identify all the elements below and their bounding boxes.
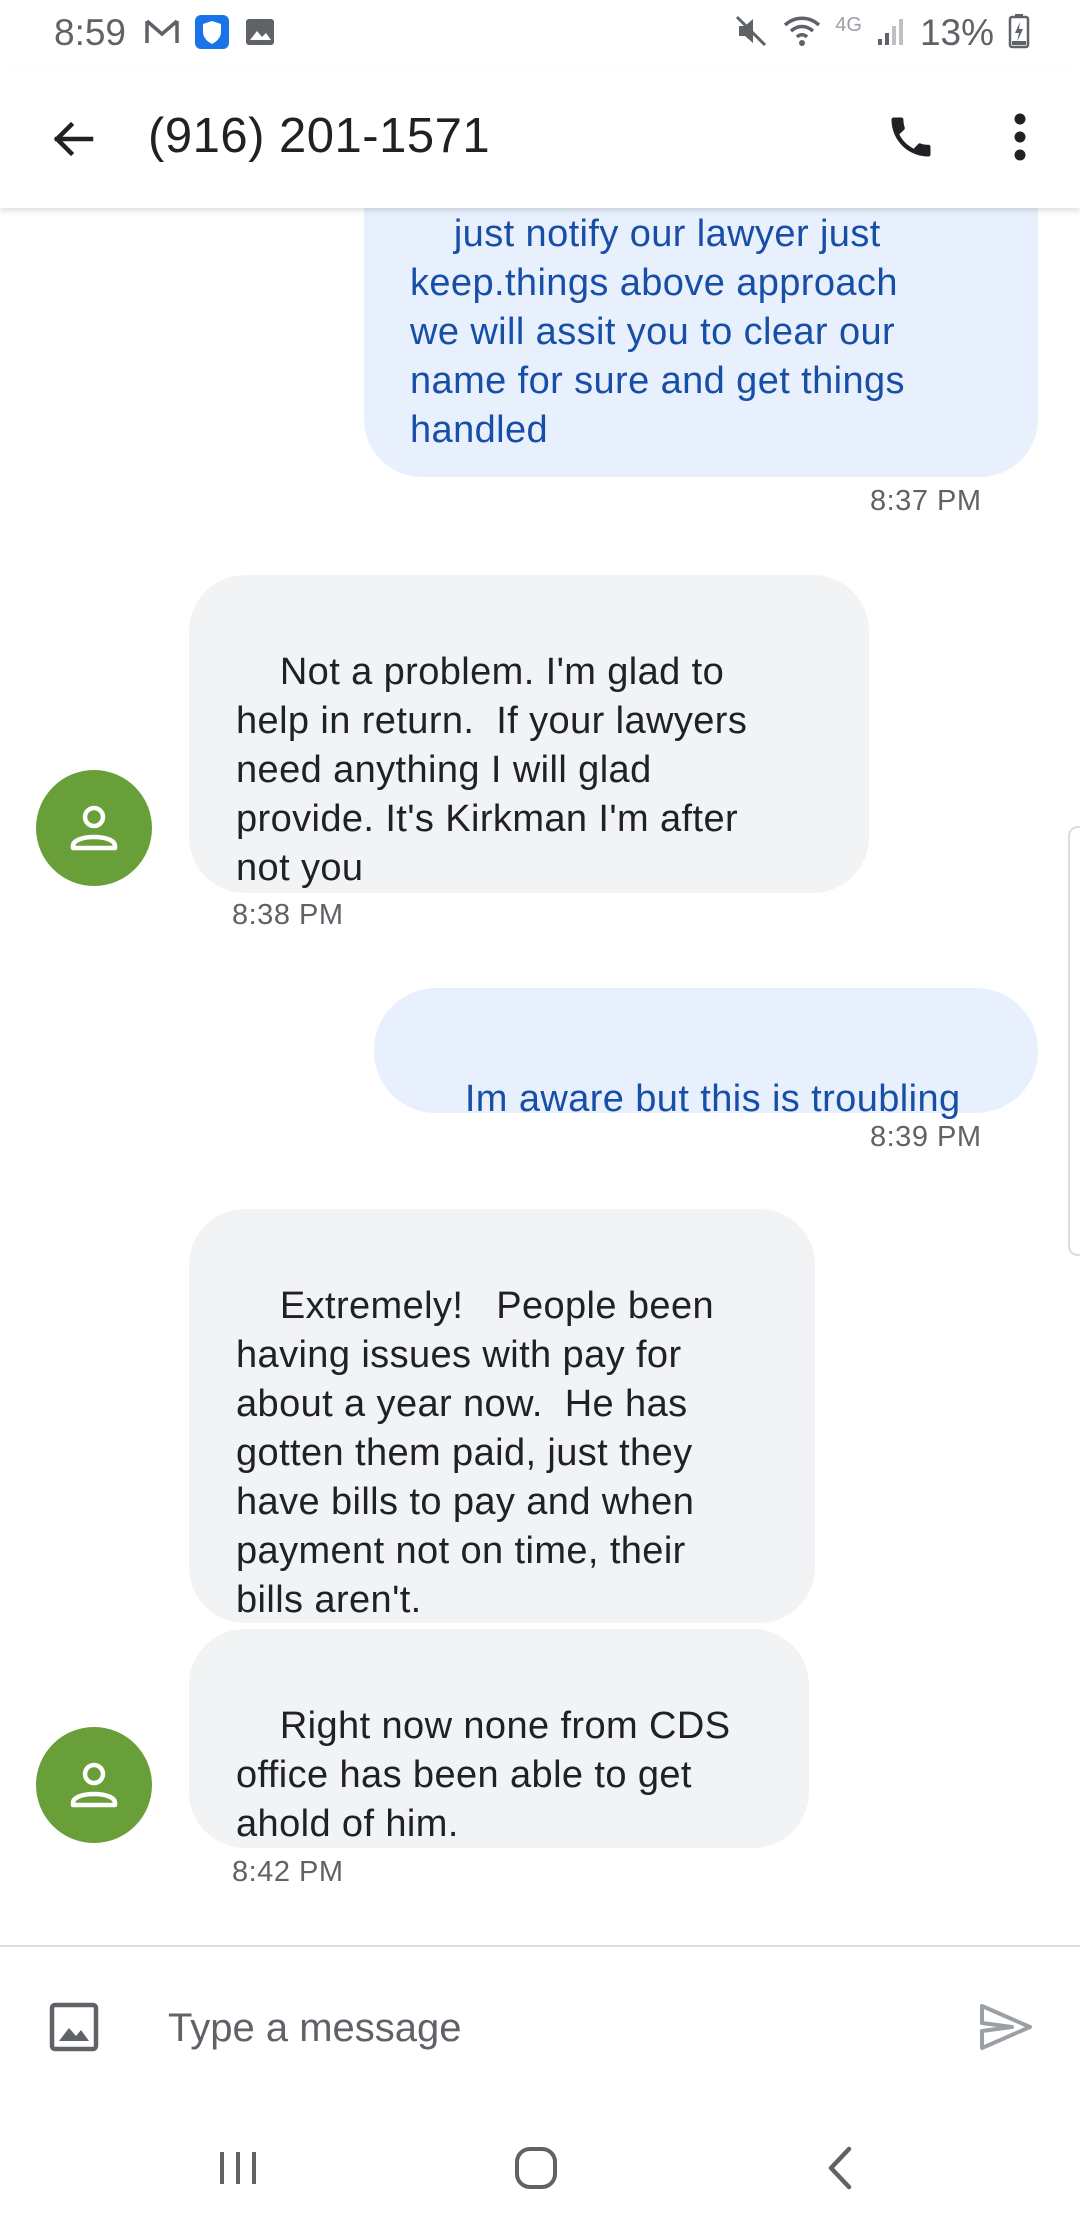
- outgoing-message[interactable]: just notify our lawyer just keep.things …: [364, 208, 1038, 477]
- home-button[interactable]: [508, 2139, 564, 2197]
- incoming-message[interactable]: Right now none from CDS office has been …: [189, 1629, 809, 1848]
- contact-title: (916) 201-1571: [148, 109, 491, 163]
- message-text: Right now none from CDS office has been …: [236, 1705, 731, 1845]
- conversation-header: (916) 201-1571: [0, 66, 1080, 208]
- scrollbar-handle[interactable]: [1068, 826, 1080, 1256]
- shield-icon: [194, 14, 230, 55]
- recents-button[interactable]: [210, 2139, 266, 2197]
- network-type: 4G: [835, 13, 862, 36]
- system-nav-bar: [0, 2117, 1080, 2220]
- attach-image-button[interactable]: [44, 1997, 104, 2057]
- status-time: 8:59: [54, 12, 127, 53]
- back-button[interactable]: [40, 106, 106, 172]
- more-vert-icon: [1014, 113, 1026, 161]
- person-icon: [70, 1762, 118, 1808]
- send-button[interactable]: [970, 1991, 1042, 2063]
- message-list[interactable]: just notify our lawyer just keep.things …: [0, 208, 1080, 1945]
- message-timestamp: 8:42 PM: [232, 1856, 344, 1888]
- person-icon: [70, 805, 118, 851]
- send-icon: [980, 2004, 1032, 2050]
- contact-avatar[interactable]: [36, 770, 152, 886]
- mute-icon: [733, 13, 769, 54]
- incoming-message[interactable]: Not a problem. I'm glad to help in retur…: [189, 575, 869, 893]
- message-text: Im aware but this is troubling: [464, 1078, 961, 1120]
- message-timestamp: 8:39 PM: [870, 1121, 982, 1153]
- gmail-icon: [144, 17, 180, 52]
- message-text: Not a problem. I'm glad to help in retur…: [236, 651, 748, 889]
- image-icon: [244, 17, 276, 52]
- status-bar: 8:59 4G 13%: [0, 0, 1080, 66]
- message-text: just notify our lawyer just keep.things …: [410, 213, 905, 451]
- compose-bar: [0, 1947, 1080, 2117]
- battery-charging-icon: [1008, 13, 1030, 54]
- message-timestamp: 8:37 PM: [870, 485, 982, 517]
- chevron-left-icon: [828, 2146, 852, 2190]
- image-icon: [49, 2002, 99, 2052]
- incoming-message[interactable]: Extremely! People been having issues wit…: [189, 1209, 815, 1623]
- outgoing-message[interactable]: Im aware but this is troubling: [374, 988, 1038, 1120]
- status-right-icons: 4G 13%: [733, 12, 1030, 54]
- nav-back-button[interactable]: [812, 2139, 868, 2197]
- signal-icon: [876, 15, 906, 52]
- message-timestamp: 8:38 PM: [232, 899, 344, 931]
- notification-icons: [144, 14, 276, 55]
- phone-icon: [891, 117, 931, 157]
- home-icon: [515, 2147, 557, 2189]
- message-text: Extremely! People been having issues wit…: [236, 1285, 715, 1621]
- wifi-icon: [783, 13, 821, 54]
- contact-avatar[interactable]: [36, 1727, 152, 1843]
- back-arrow-icon: [53, 121, 94, 157]
- more-options-button[interactable]: [990, 102, 1050, 172]
- recents-icon: [220, 2152, 256, 2184]
- battery-percent: 13%: [919, 12, 994, 53]
- message-input[interactable]: [168, 1993, 928, 2063]
- call-button[interactable]: [876, 102, 946, 172]
